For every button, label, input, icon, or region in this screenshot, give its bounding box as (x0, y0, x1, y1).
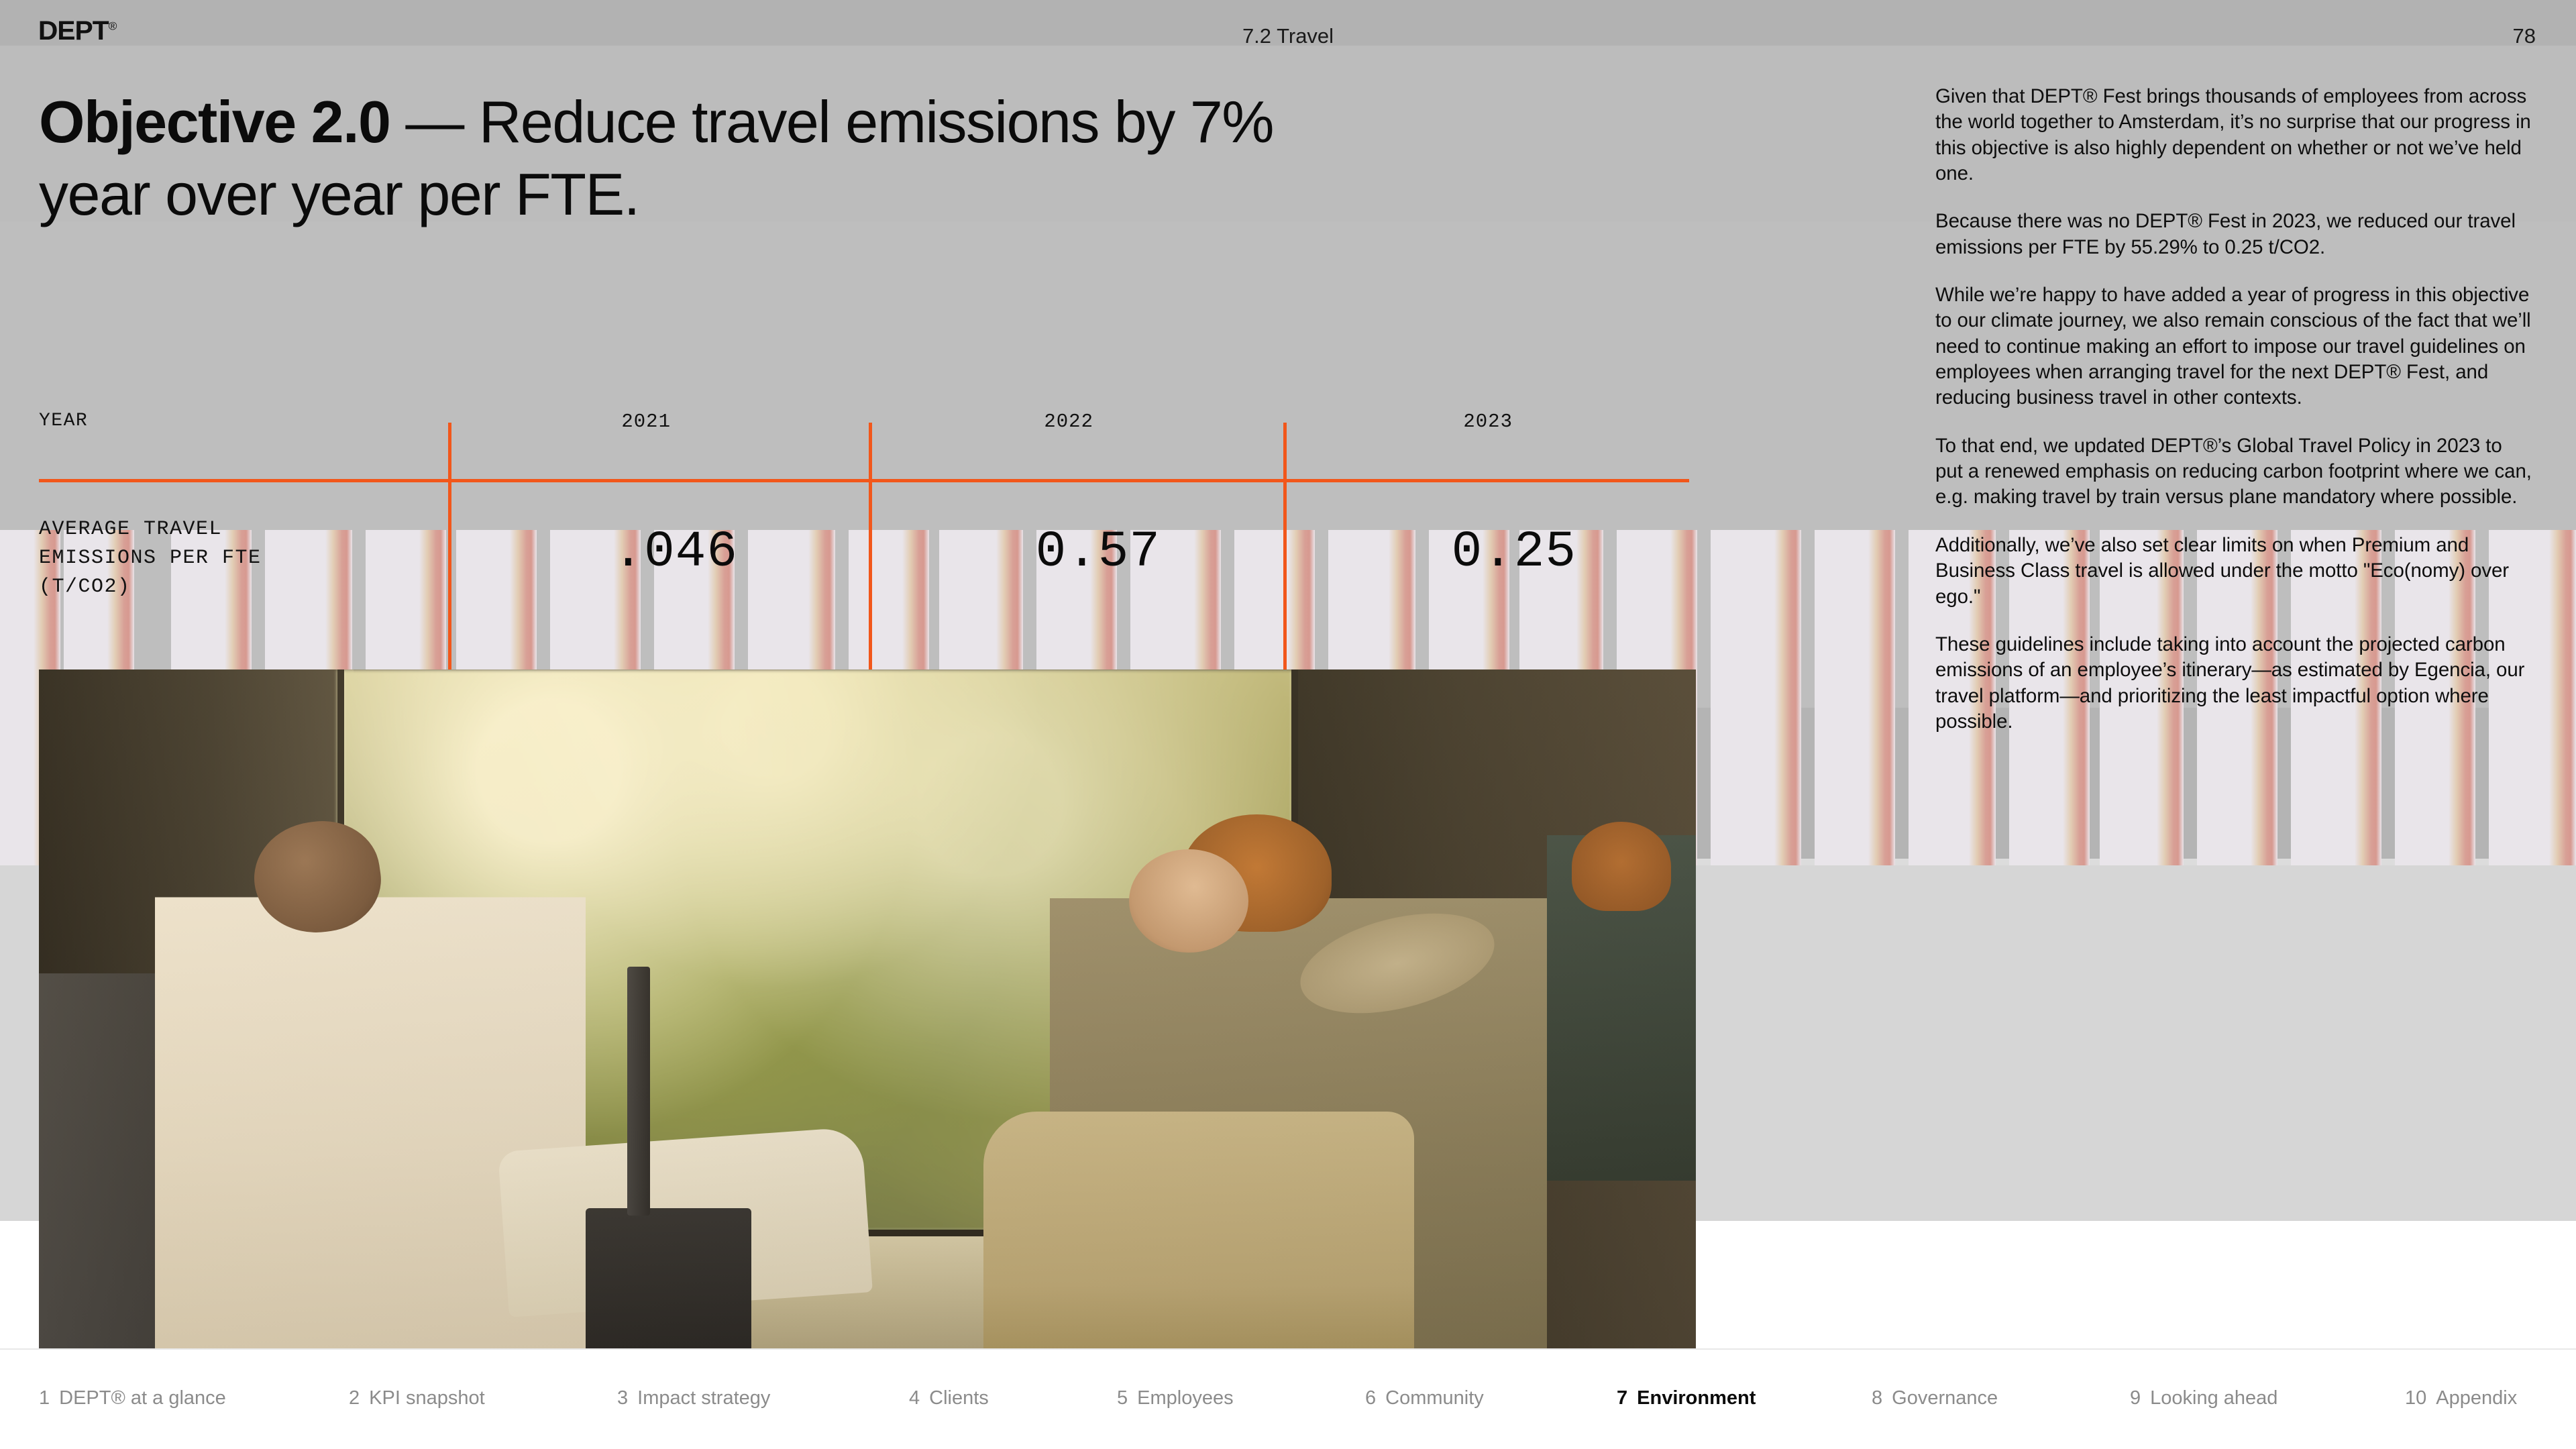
metric-label-line-3: (T/CO2) (39, 576, 131, 599)
photo-blanket (983, 1112, 1415, 1360)
nav-item-label: Looking ahead (2150, 1387, 2278, 1409)
chart-row-label-metric: AVERAGE TRAVEL EMISSIONS PER FTE (T/CO2) (39, 515, 262, 602)
nav-item-dept-at-a-glance[interactable]: 1 DEPT® at a glance (39, 1387, 226, 1409)
chart-axis-horizontal (39, 479, 1689, 482)
nav-item-looking-ahead[interactable]: 9 Looking ahead (2130, 1387, 2277, 1409)
nav-item-label: Impact strategy (637, 1387, 771, 1409)
chart-year-2022: 2022 (1044, 411, 1093, 433)
nav-item-environment[interactable]: 7 Environment (1617, 1387, 1756, 1409)
nav-item-number: 5 (1117, 1387, 1128, 1409)
nav-item-appendix[interactable]: 10 Appendix (2405, 1387, 2517, 1409)
nav-item-label: Employees (1137, 1387, 1234, 1409)
chart-divider-2 (869, 423, 872, 674)
nav-item-label: KPI snapshot (369, 1387, 485, 1409)
chart-row-label-year: YEAR (39, 411, 89, 431)
nav-item-label: Governance (1892, 1387, 1998, 1409)
nav-item-employees[interactable]: 5 Employees (1117, 1387, 1234, 1409)
page-number: 78 (2512, 24, 2536, 48)
page-title: Objective 2.0 — Reduce travel emissions … (39, 86, 1381, 231)
chart-value-2022: 0.57 (1035, 523, 1161, 581)
metric-label-line-2: EMISSIONS PER FTE (39, 547, 262, 570)
photo-suitcase (586, 1208, 752, 1360)
page-title-bold: Objective 2.0 (39, 89, 391, 155)
body-paragraph-5: Additionally, we’ve also set clear limit… (1935, 533, 2510, 608)
nav-item-number: 4 (909, 1387, 920, 1409)
photo-passenger-far-right-hair (1571, 821, 1671, 912)
body-paragraph-4: To that end, we updated DEPT®’s Global T… (1935, 434, 2532, 508)
nav-item-number: 8 (1872, 1387, 1883, 1409)
nav-item-number: 7 (1617, 1387, 1628, 1409)
nav-item-label: Community (1385, 1387, 1484, 1409)
page-header: DEPT® 7.2 Travel 78 (0, 0, 2576, 74)
body-copy: Given that DEPT® Fest brings thousands o… (1935, 84, 2532, 757)
nav-item-impact-strategy[interactable]: 3 Impact strategy (617, 1387, 770, 1409)
nav-item-number: 3 (617, 1387, 629, 1409)
section-title: 7.2 Travel (1242, 24, 1334, 48)
nav-item-clients[interactable]: 4 Clients (909, 1387, 989, 1409)
chart-value-2021: .046 (612, 523, 738, 581)
nav-item-label: Clients (929, 1387, 989, 1409)
train-travel-photo (39, 669, 1696, 1360)
metric-label-line-1: AVERAGE TRAVEL (39, 518, 223, 541)
nav-item-governance[interactable]: 8 Governance (1872, 1387, 1998, 1409)
nav-item-label: Environment (1637, 1387, 1756, 1409)
body-paragraph-3: While we’re happy to have added a year o… (1935, 284, 2531, 409)
emissions-data-chart: YEAR 2021 2022 2023 AVERAGE TRAVEL EMISS… (0, 396, 1717, 678)
nav-item-community[interactable]: 6 Community (1365, 1387, 1484, 1409)
photo-suitcase-handle (627, 966, 651, 1216)
body-paragraph-2: Because there was no DEPT® Fest in 2023,… (1935, 210, 2516, 258)
chart-divider-3 (1283, 423, 1287, 674)
chart-year-2021: 2021 (621, 411, 671, 433)
chart-divider-1 (448, 423, 451, 674)
nav-item-label: DEPT® at a glance (59, 1387, 226, 1409)
photo-passenger-right-head (1129, 849, 1249, 953)
nav-item-label: Appendix (2436, 1387, 2518, 1409)
nav-item-number: 1 (39, 1387, 50, 1409)
chart-value-2023: 0.25 (1451, 523, 1576, 581)
body-paragraph-1: Given that DEPT® Fest brings thousands o… (1935, 85, 2531, 185)
nav-item-number: 10 (2405, 1387, 2427, 1409)
nav-item-kpi-snapshot[interactable]: 2 KPI snapshot (349, 1387, 485, 1409)
nav-item-number: 9 (2130, 1387, 2141, 1409)
nav-item-number: 2 (349, 1387, 360, 1409)
nav-item-number: 6 (1365, 1387, 1377, 1409)
body-paragraph-6: These guidelines include taking into acc… (1935, 633, 2525, 733)
bottom-navigation: 1 DEPT® at a glance 2 KPI snapshot 3 Impact s… (0, 1348, 2576, 1449)
